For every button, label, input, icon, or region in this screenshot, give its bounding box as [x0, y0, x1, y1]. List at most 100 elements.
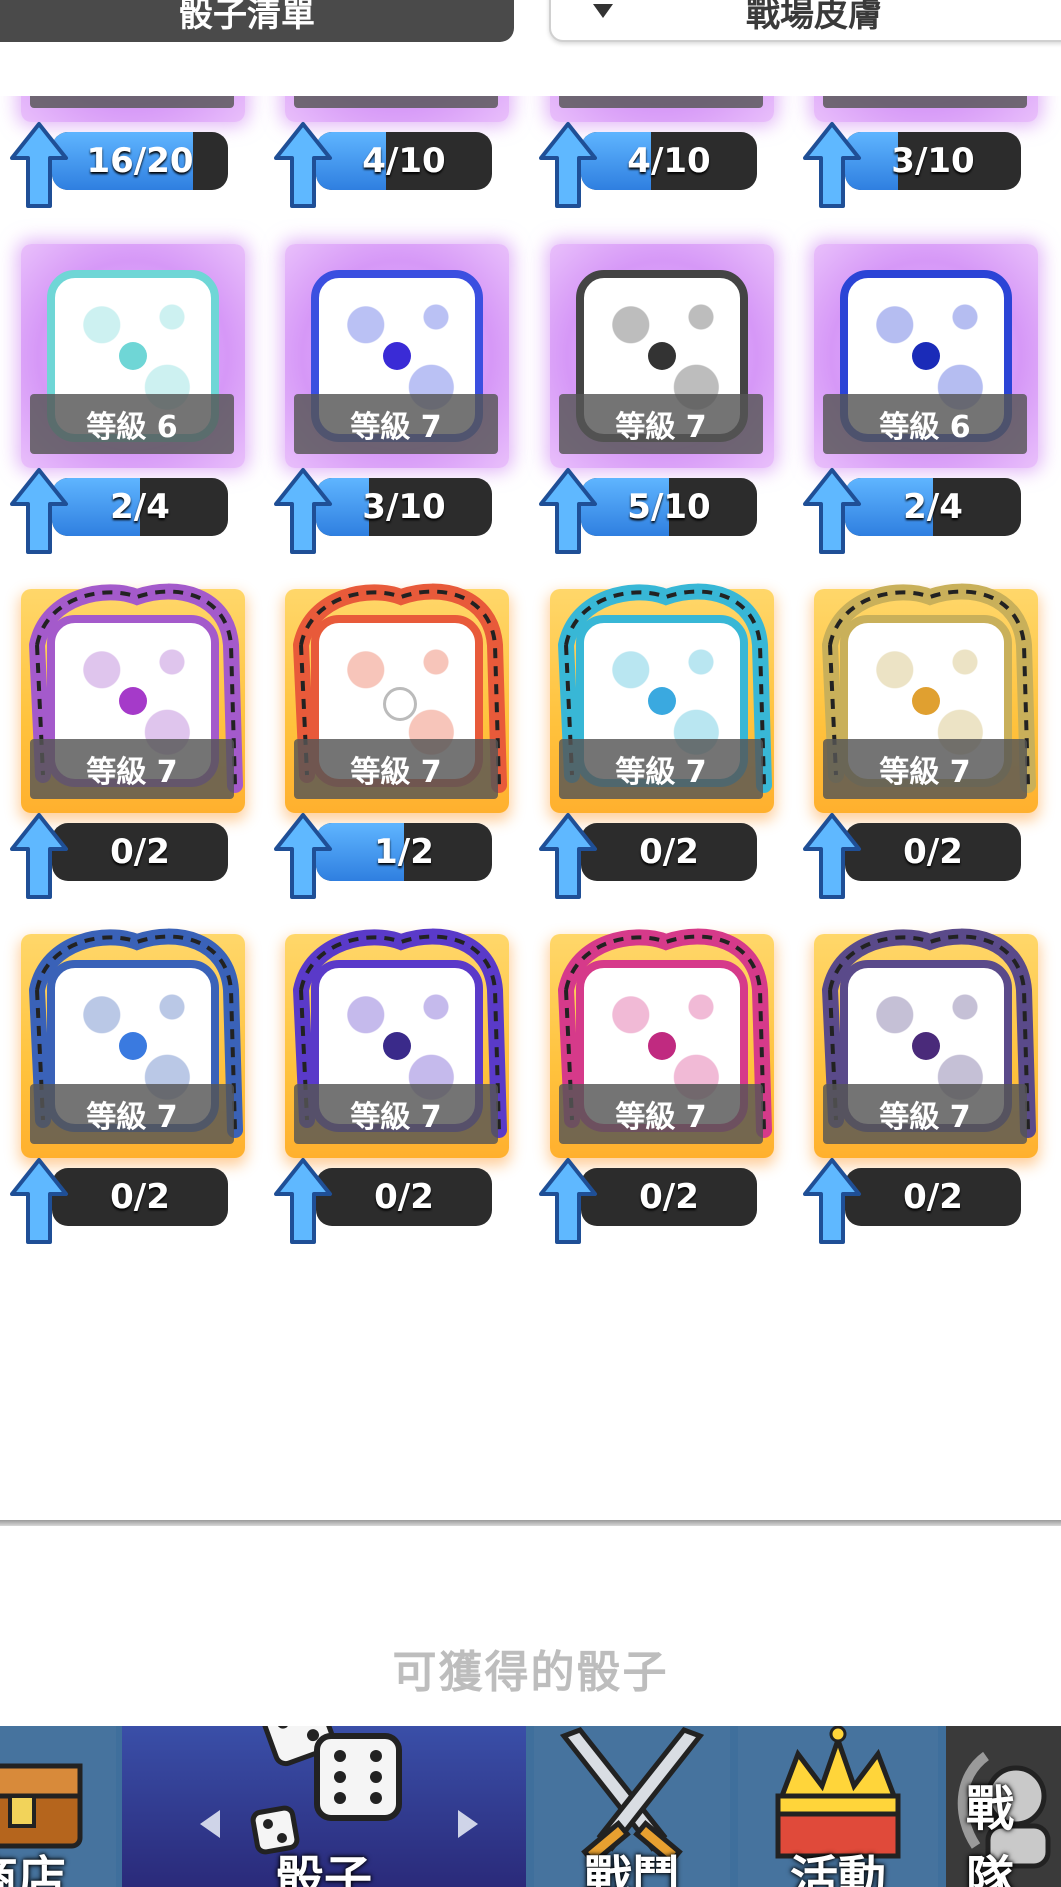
- tab-battlefield-skins[interactable]: 戰場皮膚: [549, 0, 1061, 42]
- dice-grid: 等級 8 16/20 等級 7 4/10 等級 7 4/10 等級 7 3/10 等級 6 2/4…: [0, 96, 1061, 1296]
- dice-pip: [383, 687, 417, 721]
- upgrade-arrow-icon[interactable]: [272, 466, 334, 556]
- dice-level-label: 等級 6: [823, 394, 1027, 454]
- chevron-left-icon: [200, 1810, 220, 1838]
- dice-card[interactable]: 等級 7 0/2: [793, 583, 1038, 899]
- nav-clan-label: 戰隊: [966, 1781, 1015, 1887]
- dice-level-label: 等級 7: [294, 739, 498, 799]
- bottom-nav: 商店 骰子 戰鬥: [0, 1726, 1061, 1887]
- nav-clan[interactable]: 戰隊: [946, 1726, 1061, 1887]
- progress-count: 2/4: [110, 487, 170, 527]
- dice-pip: [383, 342, 411, 370]
- dice-card[interactable]: 等級 6 2/4: [793, 244, 1038, 554]
- upgrade-arrow-icon[interactable]: [8, 811, 70, 901]
- progress-count: 0/2: [903, 832, 963, 872]
- dice-level-label: 等級 7: [823, 96, 1027, 108]
- upgrade-arrow-icon[interactable]: [801, 466, 863, 556]
- dice-card[interactable]: 等級 7 0/2: [529, 583, 774, 899]
- upgrade-progress-bar: 0/2: [316, 1168, 492, 1226]
- upgrade-progress-bar: 0/2: [581, 1168, 757, 1226]
- dice-card[interactable]: 等級 7 0/2: [529, 928, 774, 1244]
- upgrade-progress-bar: 1/2: [316, 823, 492, 881]
- dice-level-label: 等級 7: [823, 739, 1027, 799]
- dice-pip: [912, 1032, 940, 1060]
- dice-level-label: 等級 7: [559, 1084, 763, 1144]
- dice-card[interactable]: 等級 7 4/10: [529, 96, 774, 208]
- chevron-right-icon: [458, 1810, 478, 1838]
- upgrade-progress-bar: 0/2: [581, 823, 757, 881]
- dice-level-label: 等級 7: [823, 1084, 1027, 1144]
- upgrade-arrow-icon[interactable]: [8, 120, 70, 210]
- dice-card[interactable]: 等級 7 5/10: [529, 244, 774, 554]
- triangle-down-icon: [593, 4, 613, 18]
- progress-count: 0/2: [110, 1177, 170, 1217]
- dice-card[interactable]: 等級 7 3/10: [793, 96, 1038, 208]
- dice-pip: [119, 687, 147, 715]
- upgrade-progress-bar: 3/10: [845, 132, 1021, 190]
- upgrade-arrow-icon[interactable]: [272, 120, 334, 210]
- upgrade-progress-bar: 2/4: [845, 478, 1021, 536]
- dice-card[interactable]: 等級 7 3/10: [264, 244, 509, 554]
- progress-count: 4/10: [362, 141, 446, 181]
- progress-count: 3/10: [891, 141, 975, 181]
- dice-level-label: 等級 7: [559, 96, 763, 108]
- upgrade-progress-bar: 16/20: [52, 132, 228, 190]
- dice-card[interactable]: 等級 7 1/2: [264, 583, 509, 899]
- upgrade-arrow-icon[interactable]: [801, 811, 863, 901]
- upgrade-arrow-icon[interactable]: [272, 1156, 334, 1246]
- progress-count: 16/20: [86, 141, 194, 181]
- upgrade-progress-bar: 5/10: [581, 478, 757, 536]
- dice-level-label: 等級 7: [559, 394, 763, 454]
- upgrade-progress-bar: 4/10: [316, 132, 492, 190]
- progress-count: 0/2: [374, 1177, 434, 1217]
- upgrade-arrow-icon[interactable]: [537, 120, 599, 210]
- progress-count: 5/10: [627, 487, 711, 527]
- nav-battle-label: 戰鬥: [583, 1851, 680, 1887]
- progress-count: 0/2: [903, 1177, 963, 1217]
- upgrade-arrow-icon[interactable]: [537, 811, 599, 901]
- dice-pip: [648, 342, 676, 370]
- progress-count: 2/4: [903, 487, 963, 527]
- nav-dice[interactable]: 骰子: [122, 1726, 526, 1887]
- dice-card[interactable]: 等級 8 16/20: [0, 96, 245, 208]
- dice-pip: [119, 342, 147, 370]
- dice-card[interactable]: 等級 6 2/4: [0, 244, 245, 554]
- dice-card[interactable]: 等級 7 0/2: [793, 928, 1038, 1244]
- nav-shop[interactable]: 商店: [0, 1726, 116, 1887]
- upgrade-arrow-icon[interactable]: [272, 811, 334, 901]
- progress-count: 1/2: [374, 832, 434, 872]
- dice-level-label: 等級 7: [30, 1084, 234, 1144]
- dice-pip: [383, 1032, 411, 1060]
- dice-level-label: 等級 6: [30, 394, 234, 454]
- nav-dice-label: 骰子: [275, 1851, 372, 1887]
- dice-level-label: 等級 7: [294, 1084, 498, 1144]
- dice-card[interactable]: 等級 7 0/2: [0, 583, 245, 899]
- tab-dice-list-label: 骰子清單: [179, 0, 315, 35]
- available-dice-title: 可獲得的骰子: [392, 1647, 669, 1698]
- upgrade-progress-bar: 0/2: [845, 823, 1021, 881]
- upgrade-arrow-icon[interactable]: [8, 1156, 70, 1246]
- upgrade-progress-bar: 3/10: [316, 478, 492, 536]
- upgrade-arrow-icon[interactable]: [537, 466, 599, 556]
- nav-events[interactable]: 活動: [738, 1726, 938, 1887]
- upgrade-progress-bar: 4/10: [581, 132, 757, 190]
- nav-battle[interactable]: 戰鬥: [534, 1726, 730, 1887]
- dice-pip: [648, 1032, 676, 1060]
- dice-card[interactable]: 等級 7 0/2: [264, 928, 509, 1244]
- upgrade-progress-bar: 0/2: [52, 823, 228, 881]
- upgrade-arrow-icon[interactable]: [801, 1156, 863, 1246]
- upgrade-arrow-icon[interactable]: [537, 1156, 599, 1246]
- upgrade-progress-bar: 0/2: [52, 1168, 228, 1226]
- tab-dice-list[interactable]: 骰子清單: [0, 0, 514, 42]
- upgrade-arrow-icon[interactable]: [801, 120, 863, 210]
- dice-card[interactable]: 等級 7 4/10: [264, 96, 509, 208]
- upgrade-progress-bar: 0/2: [845, 1168, 1021, 1226]
- dice-card[interactable]: 等級 7 0/2: [0, 928, 245, 1244]
- dice-level-label: 等級 7: [294, 394, 498, 454]
- dice-level-label: 等級 7: [559, 739, 763, 799]
- progress-count: 4/10: [627, 141, 711, 181]
- progress-count: 0/2: [639, 1177, 699, 1217]
- dice-level-label: 等級 7: [294, 96, 498, 108]
- upgrade-arrow-icon[interactable]: [8, 466, 70, 556]
- dice-level-label: 等級 8: [30, 96, 234, 108]
